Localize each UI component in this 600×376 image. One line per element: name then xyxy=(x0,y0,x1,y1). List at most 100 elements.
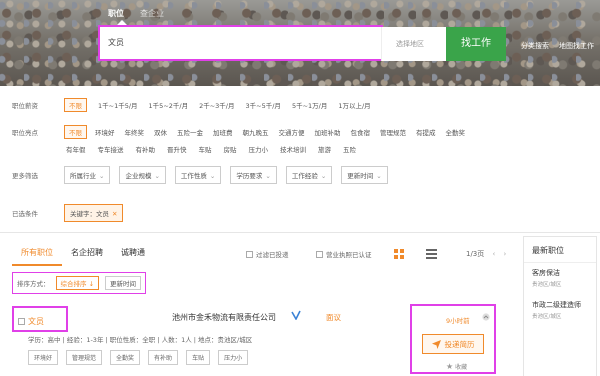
job-type-dropdown[interactable]: 工作性质 ⌄ xyxy=(174,166,222,184)
sidebar-job-title: 市政二级建造师 xyxy=(532,301,581,309)
sidebar-job-item[interactable]: 客房保洁 贵池区/城区 xyxy=(524,263,596,288)
highlight-option[interactable]: 管理规范 xyxy=(380,127,406,137)
tab-companies[interactable]: 查企业 xyxy=(140,8,164,19)
apply-resume-button[interactable]: 投递简历 xyxy=(422,334,484,354)
region-select[interactable]: 选择地区 xyxy=(381,27,446,61)
highlight-option[interactable]: 包食宿 xyxy=(351,127,371,137)
sidebar-job-item[interactable]: 市政二级建造师 贵池区/城区 xyxy=(524,288,596,320)
highlight-option[interactable]: 全勤奖 xyxy=(446,127,466,137)
highlight-option[interactable]: 不限 xyxy=(64,125,87,139)
highlight-option[interactable]: 加班费 xyxy=(213,127,233,137)
job-tag: 全勤奖 xyxy=(110,350,141,365)
filter-licensed-option[interactable]: 营业执照已认证 xyxy=(316,249,372,259)
company-size-dropdown[interactable]: 企业规模 ⌄ xyxy=(119,166,166,184)
dropdown-label: 工作经验 xyxy=(291,172,318,180)
dropdown-label: 更新时间 xyxy=(347,172,374,180)
company-name[interactable]: 池州市金禾物流有限责任公司 xyxy=(172,312,276,323)
filter-licensed-label: 营业执照已认证 xyxy=(326,251,372,259)
find-job-button[interactable]: 找工作 xyxy=(446,27,506,61)
map-search-link[interactable]: 地图找工作 xyxy=(559,41,594,51)
update-time-dropdown[interactable]: 更新时间 ⌄ xyxy=(341,166,388,184)
latest-jobs-sidebar: 最新职位 客房保洁 贵池区/城区 市政二级建造师 贵池区/城区 xyxy=(523,236,597,376)
grid-view-icon[interactable] xyxy=(394,249,404,259)
star-icon: ★ xyxy=(446,362,454,371)
keyword-chip[interactable]: 关键字：文员 ✕ xyxy=(64,204,124,222)
highlight-option[interactable]: 五险 xyxy=(343,144,356,154)
dropdown-label: 工作性质 xyxy=(180,172,207,180)
highlight-option[interactable]: 环境好 xyxy=(95,127,115,137)
highlight-option[interactable]: 专车接送 xyxy=(98,144,124,154)
region-placeholder: 选择地区 xyxy=(396,40,424,48)
highlight-option[interactable]: 交通方便 xyxy=(279,127,305,137)
apply-panel: 9小时前 投递简历 ★ 收藏 xyxy=(410,304,496,374)
chevron-down-icon: ⌄ xyxy=(209,172,216,180)
tab-jobs[interactable]: 职位 xyxy=(108,8,124,19)
favorite-button[interactable]: ★ 收藏 xyxy=(446,362,467,371)
collapse-icon[interactable] xyxy=(482,313,490,321)
highlight-option[interactable]: 有提成 xyxy=(416,127,436,137)
search-input[interactable] xyxy=(108,38,308,47)
job-title[interactable]: 文员 xyxy=(28,316,44,327)
chevron-right-icon[interactable]: › xyxy=(504,250,507,258)
tab-chengpintong[interactable]: 诚聘通 xyxy=(112,247,154,266)
arrow-down-icon: ↓ xyxy=(88,280,95,288)
highlight-option[interactable]: 技术培训 xyxy=(280,144,306,154)
verified-icon xyxy=(291,310,301,320)
highlight-option[interactable]: 朝九晚五 xyxy=(243,127,269,137)
chevron-down-icon: ⌄ xyxy=(320,172,327,180)
posted-time: 9小时前 xyxy=(446,317,470,325)
list-view-icon[interactable] xyxy=(426,249,437,259)
highlight-option[interactable]: 旅游 xyxy=(318,144,331,154)
sort-update-time-button[interactable]: 更新时间 xyxy=(105,276,142,290)
favorite-label: 收藏 xyxy=(455,364,468,371)
sort-comprehensive-button[interactable]: 综合排序 ↓ xyxy=(55,276,100,290)
sidebar-job-location: 贵池区/城区 xyxy=(532,282,562,288)
job-checkbox[interactable] xyxy=(18,318,25,325)
education-dropdown[interactable]: 学历要求 ⌄ xyxy=(230,166,277,184)
close-icon[interactable]: ✕ xyxy=(112,210,117,218)
industry-dropdown[interactable]: 所属行业 ⌄ xyxy=(64,166,111,184)
checkbox[interactable] xyxy=(246,250,253,258)
salary-option[interactable]: 3千~5千/月 xyxy=(246,100,281,110)
experience-dropdown[interactable]: 工作经验 ⌄ xyxy=(285,166,333,184)
pager: 1/3页 ‹ › xyxy=(466,249,506,259)
salary-option[interactable]: 2千~3千/月 xyxy=(199,100,234,110)
tab-all-jobs[interactable]: 所有职位 xyxy=(12,247,62,266)
selected-conditions-row: 已选条件 关键字：文员 ✕ xyxy=(12,204,124,222)
salary-option[interactable]: 5千~1万/月 xyxy=(292,100,327,110)
highlights-label: 职位亮点 xyxy=(12,129,38,137)
sort-label: 排序方式： xyxy=(17,280,50,288)
list-tabs: 所有职位 名企招聘 诚聘通 xyxy=(12,247,154,266)
highlight-option[interactable]: 双休 xyxy=(154,127,167,137)
job-tag: 有补助 xyxy=(148,350,179,365)
job-card: 文员 池州市金禾物流有限责任公司 面议 学历：高中 | 经验：1-3年 | 职位… xyxy=(12,304,508,376)
highlight-option[interactable]: 晋升快 xyxy=(167,144,187,154)
hero-tabs: 职位 查企业 xyxy=(108,8,164,19)
highlight-option[interactable]: 五险一金 xyxy=(177,127,203,137)
hero-banner: 职位 查企业 选择地区 找工作 分类搜索 地图找工作 xyxy=(0,0,600,86)
salary-option[interactable]: 1万以上/月 xyxy=(338,100,370,110)
sidebar-job-location: 贵池区/城区 xyxy=(532,314,562,320)
category-search-link[interactable]: 分类搜索 xyxy=(521,41,549,51)
checkbox[interactable] xyxy=(316,250,323,258)
salary-option[interactable]: 1千~1千5/月 xyxy=(98,100,138,110)
salary-option[interactable]: 不限 xyxy=(64,98,87,112)
filter-applied-label: 过滤已投递 xyxy=(256,251,289,259)
highlight-option[interactable]: 有补助 xyxy=(136,144,156,154)
highlight-option[interactable]: 房贴 xyxy=(224,144,237,154)
chevron-left-icon[interactable]: ‹ xyxy=(493,250,496,258)
job-meta: 学历：高中 | 经验：1-3年 | 职位性质：全职 | 人数：1人 | 地点：贵… xyxy=(28,336,253,344)
filter-applied-option[interactable]: 过滤已投递 xyxy=(246,249,289,259)
highlight-option[interactable]: 年终奖 xyxy=(125,127,145,137)
highlight-option[interactable]: 加班补助 xyxy=(315,127,341,137)
highlight-option[interactable]: 有年假 xyxy=(66,144,86,154)
tab-famous-companies[interactable]: 名企招聘 xyxy=(62,247,112,266)
search-bar xyxy=(98,25,383,61)
keyword-chip-label: 关键字：文员 xyxy=(70,210,109,218)
salary-option[interactable]: 1千5~2千/月 xyxy=(149,100,189,110)
sidebar-job-title: 客房保洁 xyxy=(532,269,560,277)
salary-text: 面议 xyxy=(326,313,341,322)
highlight-option[interactable]: 压力小 xyxy=(249,144,269,154)
send-icon xyxy=(431,339,441,349)
highlight-option[interactable]: 车贴 xyxy=(199,144,212,154)
